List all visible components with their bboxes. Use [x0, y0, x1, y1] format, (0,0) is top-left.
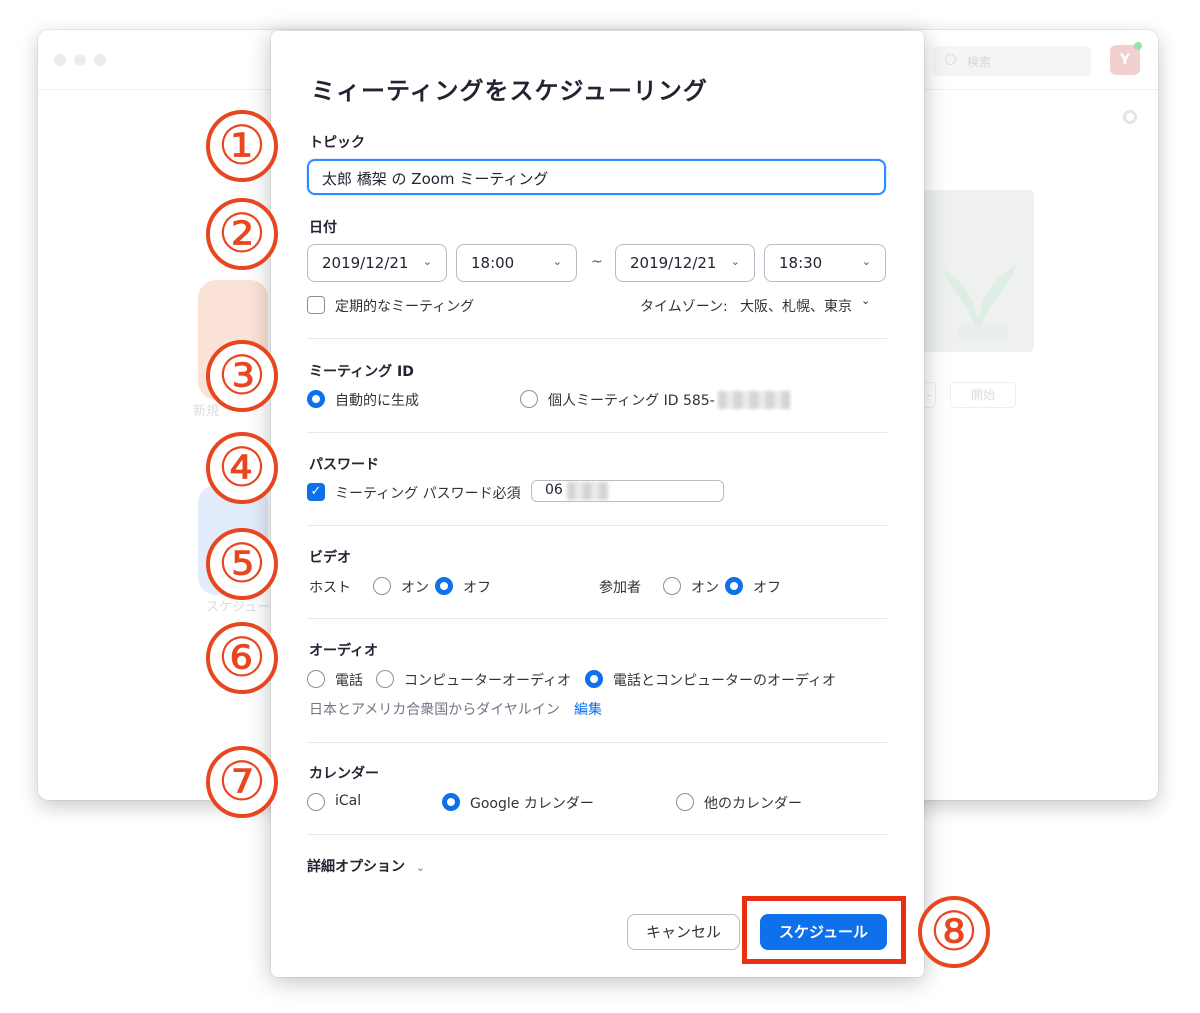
audio-phone-radio[interactable] — [307, 670, 325, 688]
recurring-checkbox[interactable] — [307, 296, 325, 314]
audio-computer-label: コンピューターオーディオ — [404, 673, 572, 689]
password-input[interactable]: 06 — [531, 480, 724, 502]
participant-label: 参加者 — [599, 580, 641, 596]
date-separator: ~ — [591, 254, 603, 270]
host-video-on-radio[interactable] — [373, 577, 391, 595]
host-off-label: オフ — [463, 580, 491, 596]
password-value: 06 — [545, 482, 563, 498]
search-box[interactable]: 検索 — [933, 46, 1091, 76]
audio-both-radio[interactable] — [585, 670, 603, 688]
auto-generate-radio[interactable] — [307, 390, 325, 408]
end-date-select[interactable]: 2019/12/21 ⌄ — [615, 244, 755, 282]
zoom-window-icon[interactable] — [94, 54, 106, 66]
close-window-icon[interactable] — [54, 54, 66, 66]
annotation-7: ⑦ — [206, 746, 278, 818]
calendar-other-label: 他のカレンダー — [704, 796, 802, 812]
calendar-google-radio[interactable] — [442, 793, 460, 811]
audio-label: オーディオ — [309, 643, 379, 659]
minimize-window-icon[interactable] — [74, 54, 86, 66]
end-time-select[interactable]: 18:30 ⌄ — [764, 244, 886, 282]
chevron-down-icon: ⌄ — [415, 861, 426, 874]
host-label: ホスト — [309, 580, 351, 596]
search-placeholder: 検索 — [967, 55, 992, 69]
annotation-3: ③ — [206, 340, 278, 412]
participant-video-on-radio[interactable] — [663, 577, 681, 595]
start-button[interactable]: 開始 — [950, 382, 1016, 408]
online-status-dot — [1134, 42, 1142, 50]
dialog-title: ミィーティングをスケジューリング — [311, 77, 708, 105]
audio-both-label: 電話とコンピューターのオーディオ — [613, 673, 837, 689]
start-time-value: 18:00 — [471, 254, 515, 272]
gear-icon[interactable] — [1123, 110, 1137, 124]
end-time-value: 18:30 — [779, 254, 823, 272]
topic-label: トピック — [309, 135, 365, 151]
date-label: 日付 — [309, 220, 337, 236]
divider — [307, 742, 887, 743]
end-date-value: 2019/12/21 — [630, 254, 717, 272]
topic-input[interactable]: 太郎 橋架 の Zoom ミーティング — [307, 159, 886, 195]
require-password-label: ミーティング パスワード必須 — [335, 486, 521, 502]
dial-in-text: 日本とアメリカ合衆国からダイヤルイン — [309, 702, 560, 718]
schedule-highlight-box — [742, 896, 906, 964]
participant-off-label: オフ — [753, 580, 781, 596]
annotation-4: ④ — [206, 432, 278, 504]
chevron-down-icon: ⌄ — [422, 255, 432, 268]
start-date-select[interactable]: 2019/12/21 ⌄ — [307, 244, 447, 282]
annotation-5: ⑤ — [206, 528, 278, 600]
advanced-options-label: 詳細オプション — [307, 859, 405, 875]
annotation-6: ⑥ — [206, 622, 278, 694]
participant-video-off-radio[interactable] — [725, 577, 743, 595]
recurring-label: 定期的なミーティング — [335, 299, 475, 315]
chevron-down-icon[interactable]: ⌄ — [861, 294, 870, 307]
timezone-select[interactable]: 大阪、札幌、東京 — [740, 296, 852, 316]
auto-generate-label: 自動的に生成 — [335, 393, 419, 409]
chevron-down-icon: ⌄ — [730, 255, 740, 268]
plant-illustration — [943, 265, 1016, 340]
calendar-label: カレンダー — [309, 766, 379, 782]
new-meeting-label: 新規 — [193, 404, 220, 419]
password-label: パスワード — [309, 457, 379, 473]
host-video-off-radio[interactable] — [435, 577, 453, 595]
divider — [307, 618, 887, 619]
require-password-checkbox[interactable]: ✓ — [307, 483, 325, 501]
chevron-down-icon: ⌄ — [552, 255, 562, 268]
audio-computer-radio[interactable] — [376, 670, 394, 688]
minus-button[interactable]: - — [922, 382, 936, 408]
host-on-label: オン — [401, 580, 429, 596]
video-label: ビデオ — [309, 550, 351, 566]
audio-phone-label: 電話 — [335, 673, 363, 689]
participant-on-label: オン — [691, 580, 719, 596]
divider — [307, 525, 887, 526]
annotation-8: ⑧ — [918, 896, 990, 968]
chevron-down-icon: ⌄ — [861, 255, 871, 268]
personal-id-label: 個人ミーティング ID 585- — [548, 393, 715, 409]
search-icon — [945, 54, 956, 65]
calendar-ical-radio[interactable] — [307, 793, 325, 811]
timezone-label: タイムゾーン: — [640, 299, 728, 315]
advanced-options-toggle[interactable]: 詳細オプション ⌄ — [307, 856, 425, 876]
start-time-select[interactable]: 18:00 ⌄ — [456, 244, 577, 282]
edit-dial-in-link[interactable]: 編集 — [574, 699, 602, 719]
divider — [307, 338, 887, 339]
calendar-google-label: Google カレンダー — [470, 796, 594, 812]
meeting-id-label: ミーティング ID — [309, 364, 414, 380]
annotation-1: ① — [206, 110, 278, 182]
cancel-button[interactable]: キャンセル — [627, 914, 740, 950]
redacted-password — [567, 482, 609, 500]
start-date-value: 2019/12/21 — [322, 254, 409, 272]
calendar-ical-label: iCal — [335, 793, 362, 809]
redacted-id — [718, 391, 790, 409]
divider — [307, 432, 887, 433]
personal-id-radio[interactable] — [520, 390, 538, 408]
annotation-2: ② — [206, 198, 278, 270]
divider — [307, 834, 887, 835]
calendar-other-radio[interactable] — [676, 793, 694, 811]
schedule-meeting-dialog: ミィーティングをスケジューリング トピック 太郎 橋架 の Zoom ミーティン… — [271, 31, 924, 977]
